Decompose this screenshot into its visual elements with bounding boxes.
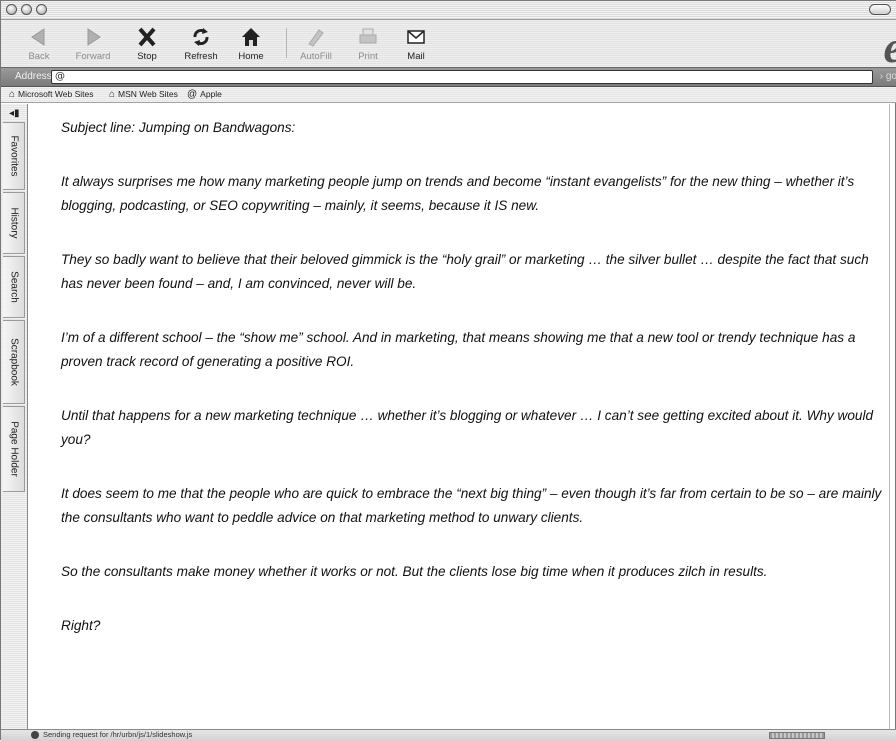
- tab-scrapbook[interactable]: Scrapbook: [3, 320, 25, 404]
- status-text: Sending request for /hr/urbn/js/1/slides…: [43, 730, 193, 739]
- stop-button[interactable]: Stop: [124, 24, 170, 62]
- close-window-button[interactable]: [6, 4, 17, 15]
- go-button[interactable]: › go: [880, 71, 896, 82]
- home-icon: [228, 24, 274, 50]
- toolbar-toggle-button[interactable]: [869, 4, 891, 15]
- tab-label: History: [8, 207, 19, 239]
- paragraph: Right?: [61, 618, 101, 633]
- explorer-sidebar: ◂▮ Favorites History Search Scrapbook Pa…: [1, 104, 28, 729]
- mail-icon: [393, 24, 439, 50]
- paragraph: They so badly want to believe that their…: [61, 252, 869, 291]
- tab-label: Favorites: [8, 135, 19, 177]
- tab-label: Page Holder: [8, 421, 19, 477]
- browser-window: Back Forward Stop Refresh Home AutoFill …: [0, 0, 896, 741]
- stop-x-icon: [124, 24, 170, 50]
- back-label: Back: [28, 51, 50, 62]
- tab-page-holder[interactable]: Page Holder: [3, 406, 25, 492]
- autofill-label: AutoFill: [300, 51, 332, 62]
- tab-label: Search: [8, 271, 19, 303]
- favorites-bar: ⌂ Microsoft Web Sites ⌂ MSN Web Sites @ App…: [1, 87, 896, 103]
- mail-button[interactable]: Mail: [393, 24, 439, 62]
- paragraph: So the consultants make money whether it…: [61, 564, 768, 579]
- back-arrow-icon: [16, 24, 62, 50]
- status-bar: Sending request for /hr/urbn/js/1/slides…: [1, 729, 896, 741]
- vertical-scrollbar[interactable]: [889, 104, 895, 729]
- favorite-label: MSN Web Sites: [118, 89, 178, 99]
- minimize-window-button[interactable]: [21, 4, 32, 15]
- print-button[interactable]: Print: [345, 24, 391, 62]
- tab-favorites[interactable]: Favorites: [3, 122, 25, 190]
- print-label: Print: [358, 51, 378, 62]
- address-input[interactable]: @: [51, 70, 873, 84]
- forward-arrow-icon: [70, 24, 116, 50]
- page-content: Subject line: Jumping on Bandwagons: It …: [29, 104, 891, 729]
- refresh-button[interactable]: Refresh: [178, 24, 224, 62]
- favorite-link-microsoft[interactable]: ⌂ Microsoft Web Sites: [9, 89, 93, 100]
- autofill-button[interactable]: AutoFill: [293, 24, 339, 62]
- paragraph: Until that happens for a new marketing t…: [61, 408, 874, 447]
- favorite-link-apple[interactable]: @ Apple: [187, 89, 222, 100]
- favorite-link-msn[interactable]: ⌂ MSN Web Sites: [109, 89, 178, 100]
- back-button[interactable]: Back: [16, 24, 62, 62]
- loading-globe-icon: [31, 731, 39, 739]
- ie-logo-icon: e: [883, 26, 896, 70]
- mail-label: Mail: [407, 51, 425, 62]
- folder-link-icon: ⌂: [9, 89, 16, 100]
- tab-history[interactable]: History: [3, 192, 25, 254]
- title-bar[interactable]: [1, 1, 896, 20]
- favorite-label: Microsoft Web Sites: [18, 89, 94, 99]
- forward-label: Forward: [75, 51, 111, 62]
- toolbar-separator: [286, 28, 287, 58]
- home-label: Home: [238, 51, 264, 62]
- progress-bar: [769, 732, 825, 739]
- refresh-label: Refresh: [184, 51, 218, 62]
- paragraph: I’m of a different school – the “show me…: [61, 330, 856, 369]
- forward-button[interactable]: Forward: [70, 24, 116, 62]
- paragraph: It does seem to me that the people who a…: [61, 486, 882, 525]
- at-sign-icon: @: [187, 89, 198, 100]
- stop-label: Stop: [137, 51, 157, 62]
- sidebar-collapse-icon[interactable]: ◂▮: [9, 108, 20, 119]
- paragraph: It always surprises me how many marketin…: [61, 174, 855, 213]
- autofill-icon: [293, 24, 339, 50]
- favorite-label: Apple: [200, 89, 222, 99]
- address-bar: Address: @ › go: [1, 67, 896, 87]
- address-value: @: [55, 71, 65, 82]
- refresh-icon: [178, 24, 224, 50]
- address-label: Address:: [15, 71, 55, 82]
- subject-line: Subject line: Jumping on Bandwagons:: [61, 120, 296, 135]
- zoom-window-button[interactable]: [36, 4, 47, 15]
- folder-link-icon: ⌂: [109, 89, 116, 100]
- tab-label: Scrapbook: [8, 338, 19, 386]
- tab-search[interactable]: Search: [3, 256, 25, 318]
- home-button[interactable]: Home: [228, 24, 274, 62]
- print-icon: [345, 24, 391, 50]
- toolbar: Back Forward Stop Refresh Home AutoFill …: [1, 20, 896, 70]
